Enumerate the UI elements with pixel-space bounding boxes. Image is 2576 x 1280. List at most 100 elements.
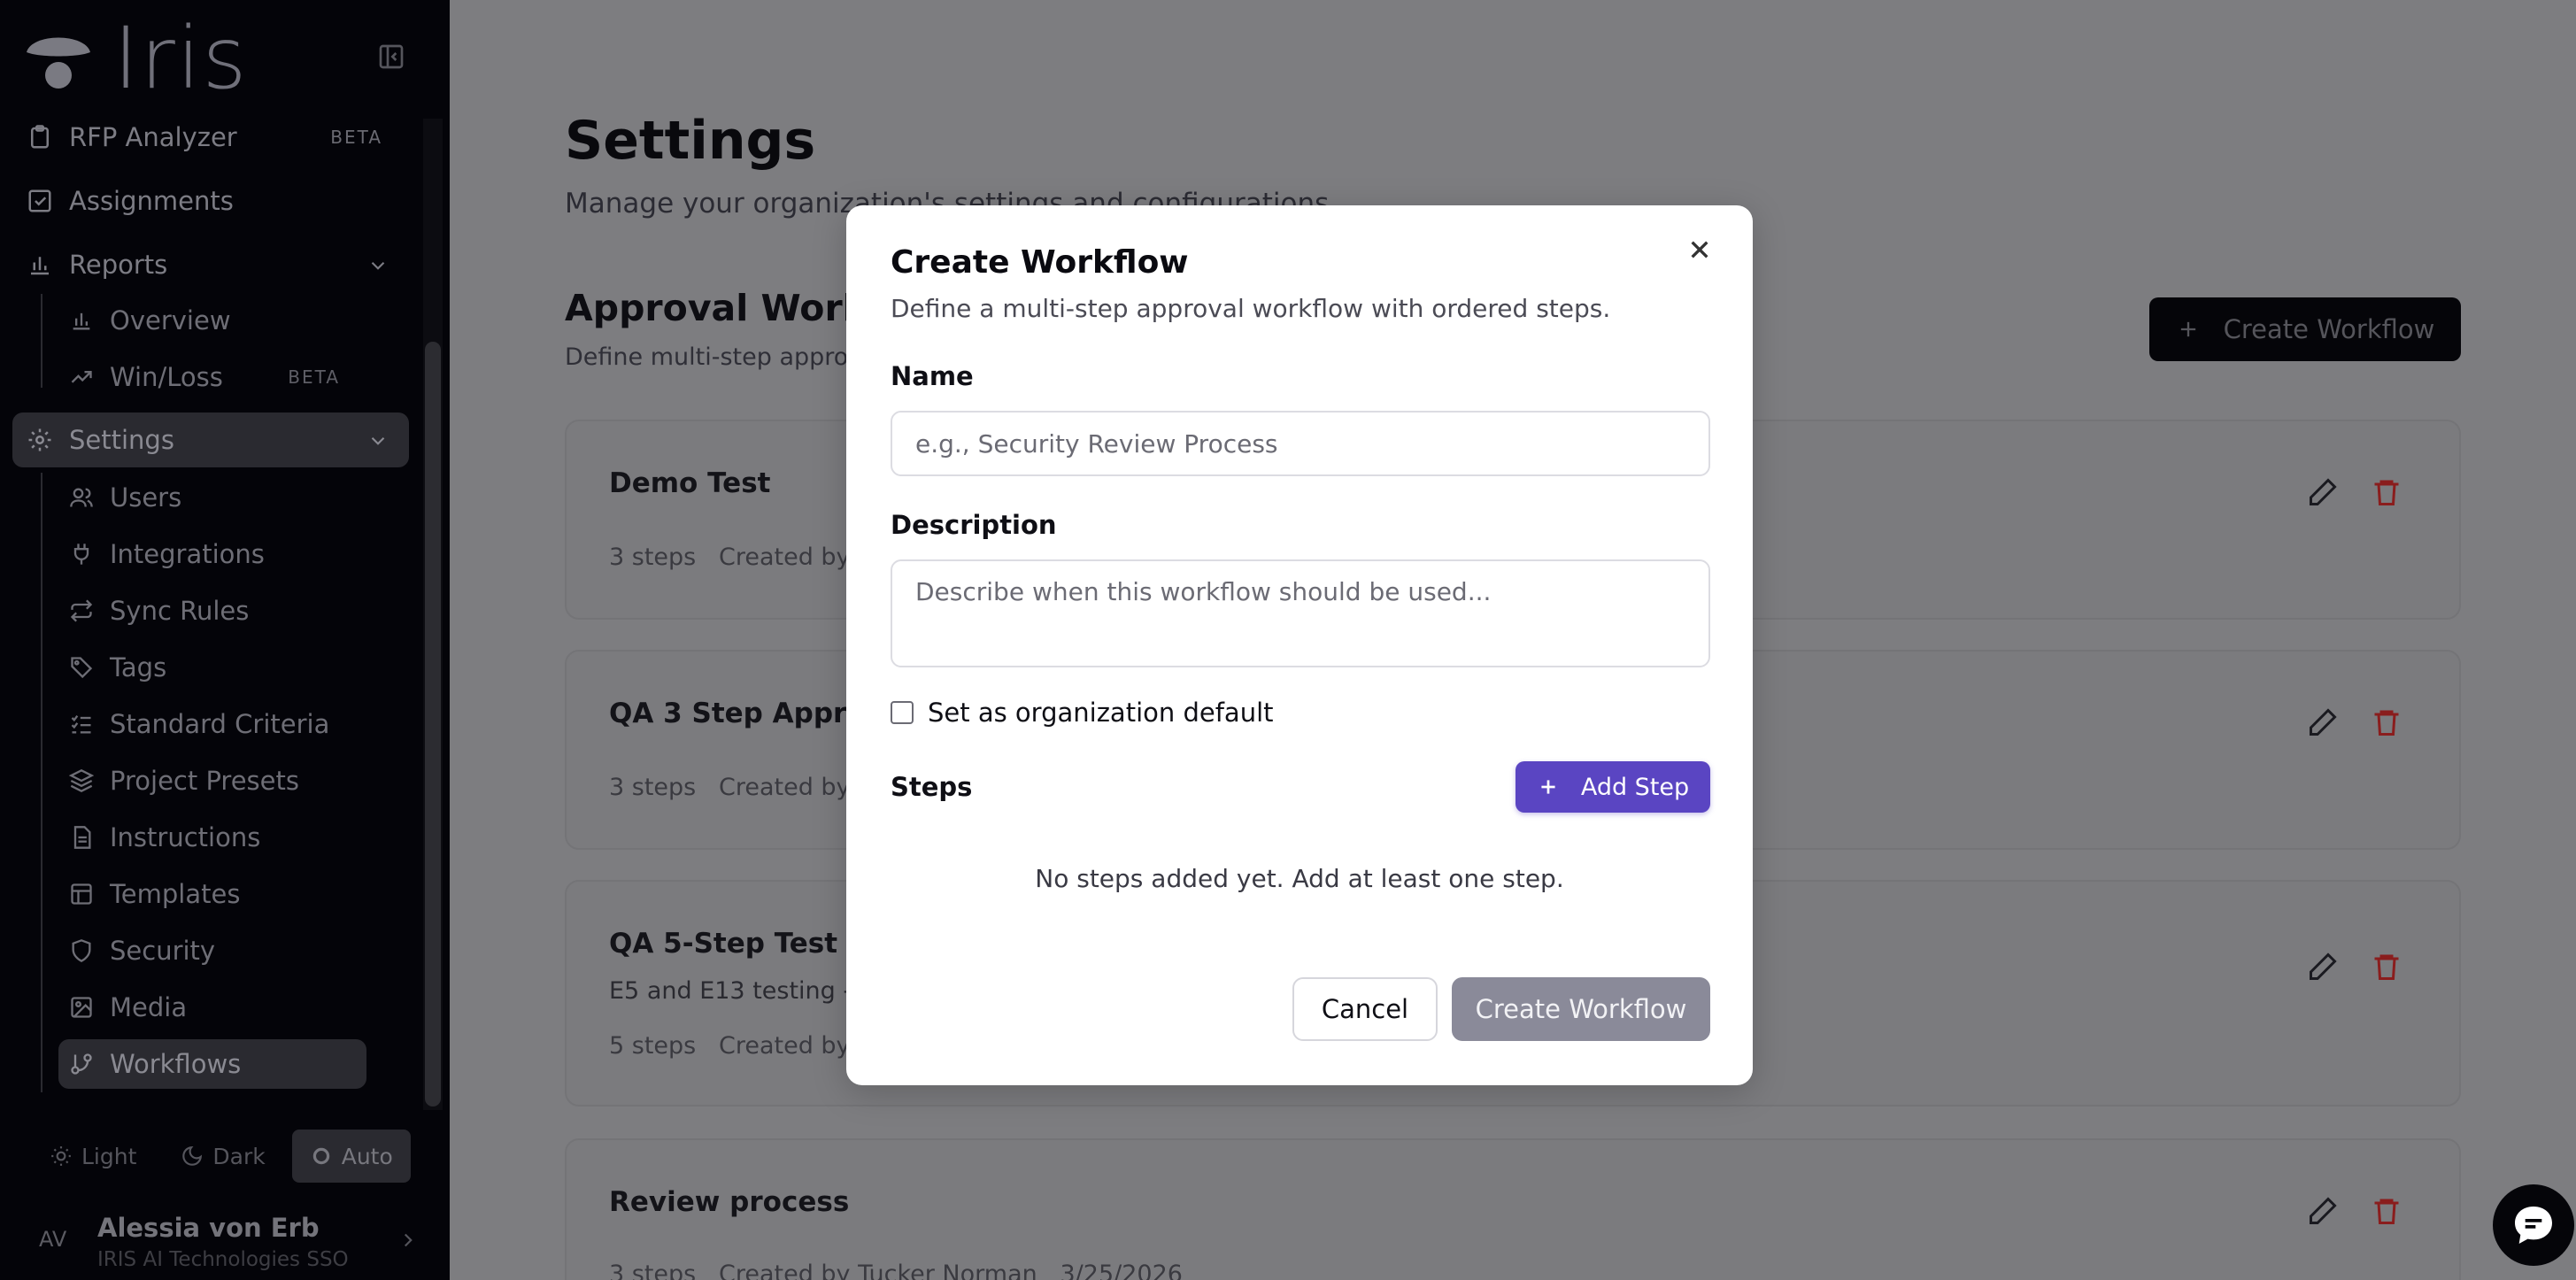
- chat-widget-button[interactable]: [2493, 1184, 2574, 1266]
- steps-label: Steps: [891, 772, 973, 802]
- sidebar-item-assignments[interactable]: Assignments: [12, 173, 409, 228]
- workflow-meta: 3 steps Created by: [609, 774, 851, 801]
- sidebar-item-users[interactable]: Users: [58, 473, 366, 522]
- theme-switcher: Light Dark Auto: [32, 1130, 411, 1183]
- add-step-button[interactable]: Add Step: [1516, 761, 1710, 813]
- document-icon: [69, 825, 94, 850]
- create-workflow-dialog: Create Workflow Define a multi-step appr…: [846, 205, 1753, 1085]
- dialog-subtitle: Define a multi-step approval workflow wi…: [891, 294, 1611, 323]
- iris-logo[interactable]: Iris: [25, 9, 249, 108]
- settings-tree-line: [41, 473, 42, 1092]
- workflow-creator: Created by: [718, 774, 851, 801]
- sidebar-item-settings[interactable]: Settings: [12, 413, 409, 467]
- sidebar-item-integrations[interactable]: Integrations: [58, 529, 366, 579]
- edit-icon[interactable]: [2307, 706, 2339, 738]
- description-input[interactable]: [891, 559, 1710, 667]
- workflow-steps: 5 steps: [609, 1032, 697, 1060]
- sidebar-item-workflows[interactable]: Workflows: [58, 1039, 366, 1089]
- trash-icon[interactable]: [2371, 476, 2402, 508]
- clipboard-icon: [27, 124, 53, 150]
- name-input[interactable]: [891, 411, 1710, 476]
- workflow-steps: 3 steps: [609, 774, 697, 801]
- create-workflow-submit-button[interactable]: Create Workflow: [1452, 977, 1710, 1041]
- sidebar-item-label: Integrations: [110, 539, 265, 569]
- name-label: Name: [891, 361, 974, 391]
- sidebar-item-label: Users: [110, 482, 182, 513]
- theme-dark-button[interactable]: Dark: [163, 1130, 282, 1183]
- sidebar-item-standard-criteria[interactable]: Standard Criteria: [58, 699, 366, 749]
- user-name: Alessia von Erb: [97, 1213, 320, 1243]
- sidebar-item-label: Media: [110, 992, 188, 1022]
- list-checks-icon: [69, 712, 94, 736]
- avatar: AV: [39, 1227, 67, 1252]
- check-square-icon: [27, 188, 53, 214]
- user-menu[interactable]: AV Alessia von Erb IRIS AI Technologies …: [0, 1206, 450, 1280]
- sidebar-item-label: Instructions: [110, 822, 261, 852]
- default-checkbox[interactable]: [891, 701, 914, 724]
- trash-icon[interactable]: [2371, 1195, 2402, 1227]
- sidebar-item-project-presets[interactable]: Project Presets: [58, 756, 366, 806]
- sidebar-item-label: Settings: [69, 425, 174, 455]
- git-branch-icon: [69, 1052, 94, 1076]
- theme-light-label: Light: [81, 1143, 137, 1169]
- sidebar-item-templates[interactable]: Templates: [58, 869, 366, 919]
- workflow-meta: 3 steps Created by: [609, 544, 851, 571]
- sidebar-item-label: Tags: [110, 652, 167, 682]
- close-icon[interactable]: [1682, 232, 1717, 267]
- trash-icon[interactable]: [2371, 951, 2402, 983]
- create-workflow-label: Create Workflow: [2223, 314, 2435, 344]
- theme-light-button[interactable]: Light: [32, 1130, 154, 1183]
- description-label: Description: [891, 510, 1057, 540]
- sidebar-item-tags[interactable]: Tags: [58, 643, 366, 692]
- workflow-title: QA 5-Step Test: [609, 928, 838, 960]
- sidebar-scrollbar[interactable]: [425, 342, 441, 1107]
- theme-auto-button[interactable]: Auto: [291, 1130, 411, 1183]
- edit-icon[interactable]: [2307, 951, 2339, 983]
- workflow-description: E5 and E13 testing -: [609, 977, 852, 1005]
- cancel-button[interactable]: Cancel: [1292, 977, 1438, 1041]
- workflow-title: Review process: [609, 1186, 850, 1218]
- layers-icon: [69, 768, 94, 793]
- sidebar-item-label: Win/Loss: [110, 362, 223, 392]
- create-workflow-button[interactable]: Create Workflow: [2149, 297, 2461, 361]
- theme-dark-label: Dark: [212, 1143, 266, 1169]
- sidebar-item-sync-rules[interactable]: Sync Rules: [58, 586, 366, 636]
- sidebar-item-label: Workflows: [110, 1049, 242, 1079]
- workflow-card: Review process 3 steps Created by Tucker…: [565, 1138, 2461, 1280]
- dialog-title: Create Workflow: [891, 244, 1189, 281]
- logo-wordmark: Iris: [113, 9, 249, 108]
- plug-icon: [69, 542, 94, 567]
- sidebar-item-label: Standard Criteria: [110, 709, 330, 739]
- workflow-steps: 3 steps: [609, 1261, 697, 1280]
- sidebar-item-instructions[interactable]: Instructions: [58, 813, 366, 862]
- beta-badge: BETA: [288, 366, 340, 388]
- sidebar-item-security[interactable]: Security: [58, 926, 366, 975]
- default-checkbox-label[interactable]: Set as organization default: [928, 698, 1274, 728]
- sidebar-item-label: Assignments: [69, 186, 234, 216]
- sidebar-item-win-loss[interactable]: Win/Loss BETA: [58, 352, 366, 402]
- moon-icon: [181, 1145, 204, 1168]
- sidebar-item-label: Sync Rules: [110, 596, 250, 626]
- sidebar-item-rfp-analyzer[interactable]: RFP Analyzer BETA: [12, 110, 409, 165]
- edit-icon[interactable]: [2307, 476, 2339, 508]
- gear-icon: [27, 427, 53, 453]
- workflow-meta: 5 steps Created by: [609, 1032, 851, 1060]
- sun-icon: [50, 1145, 73, 1168]
- workflow-steps: 3 steps: [609, 544, 697, 571]
- circle-icon: [310, 1145, 333, 1168]
- trash-icon[interactable]: [2371, 706, 2402, 738]
- sidebar-item-label: Templates: [110, 879, 241, 909]
- tag-icon: [69, 655, 94, 680]
- sidebar-item-label: Security: [110, 936, 216, 966]
- sidebar-item-media[interactable]: Media: [58, 983, 366, 1032]
- empty-steps-message: No steps added yet. Add at least one ste…: [1035, 864, 1564, 893]
- bar-chart-icon: [27, 251, 53, 278]
- plus-icon: [1537, 775, 1560, 798]
- shield-icon: [69, 938, 94, 963]
- page-title: Settings: [565, 110, 816, 172]
- edit-icon[interactable]: [2307, 1195, 2339, 1227]
- sidebar-item-overview[interactable]: Overview: [58, 296, 366, 345]
- sidebar-item-reports[interactable]: Reports: [12, 237, 409, 292]
- workflow-creator: Created by: [718, 544, 851, 571]
- collapse-sidebar-icon[interactable]: [377, 42, 405, 71]
